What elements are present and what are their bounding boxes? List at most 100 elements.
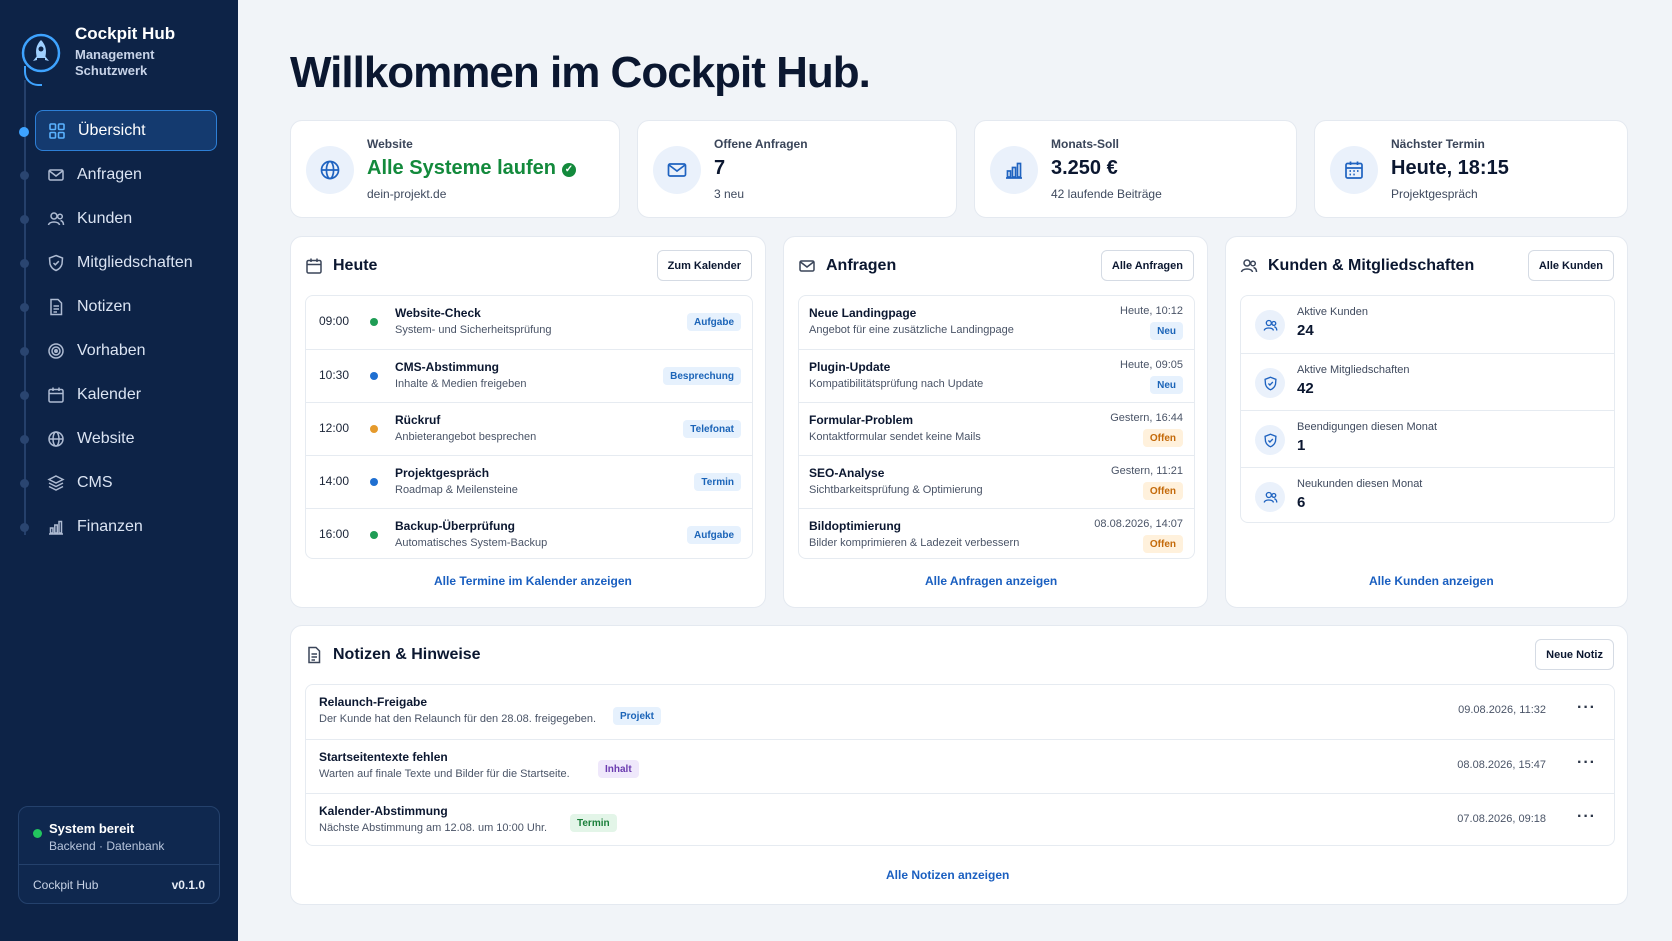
shield-icon (48, 254, 64, 271)
sidebar-item-label: Finanzen (77, 517, 143, 535)
kpi-label: Beendigungen diesen Monat (1297, 421, 1438, 433)
status-badge: Neu (1150, 376, 1183, 394)
item-title: Plugin-Update (809, 360, 891, 374)
calendar-icon (1345, 161, 1363, 179)
item-title: SEO-Analyse (809, 466, 885, 480)
neue-notiz-button[interactable]: Neue Notiz (1535, 639, 1614, 670)
alle-termine-link[interactable]: Alle Termine im Kalender anzeigen (434, 574, 632, 588)
note-sub: Der Kunde hat den Relaunch für den 28.08… (319, 713, 597, 725)
list-item[interactable]: SEO-Analyse Sichtbarkeitsprüfung & Optim… (799, 455, 1194, 508)
stat-icon-wrap (1255, 310, 1285, 340)
status-badge: Offen (1142, 482, 1183, 500)
note-sub: Nächste Abstimmung am 12.08. um 10:00 Uh… (319, 822, 548, 834)
sidebar-item-uebersicht[interactable]: Übersicht (35, 110, 217, 151)
alle-kunden-link[interactable]: Alle Kunden anzeigen (1369, 574, 1494, 588)
panel-title: Heute (333, 257, 378, 274)
item-time: 12:00 (319, 421, 350, 435)
list-item[interactable]: Startseitentexte fehlen Warten auf final… (306, 739, 1614, 793)
sidebar: Cockpit Hub Management Schutzwerk Übersi… (0, 0, 238, 941)
sidebar-item-label: Kalender (77, 385, 142, 403)
item-sub: Angebot für eine zusätzliche Landingpage (809, 324, 1014, 336)
list-item[interactable]: 14:00 Projektgespräch Roadmap & Meilenst… (306, 455, 752, 508)
stat-card-monats-soll[interactable]: Monats-Soll 3.250 € 42 laufende Beiträge (974, 120, 1297, 218)
sidebar-item-notizen[interactable]: Notizen (35, 286, 217, 327)
item-title: CMS-Abstimmung (395, 360, 499, 374)
status-dot (370, 531, 378, 539)
item-sub: Bilder komprimieren & Ladezeit verbesser… (809, 537, 1020, 549)
more-icon[interactable]: ··· (1577, 808, 1596, 826)
stat-card-website[interactable]: Website Alle Systeme laufen ✓ dein-projek… (290, 120, 620, 218)
stat-icon-wrap (653, 146, 701, 194)
alle-kunden-button[interactable]: Alle Kunden (1527, 250, 1614, 281)
calendar-icon (48, 387, 64, 403)
sidebar-item-cms[interactable]: CMS (35, 462, 217, 503)
sidebar-item-kunden[interactable]: Kunden (35, 198, 217, 239)
list-item[interactable]: Aktive Kunden 24 (1241, 296, 1614, 353)
list-item[interactable]: Neukunden diesen Monat 6 (1241, 467, 1614, 522)
sidebar-item-label: Anfragen (77, 165, 142, 183)
sidebar-item-label: CMS (77, 473, 113, 491)
brand[interactable]: Cockpit Hub Management Schutzwerk (20, 24, 230, 84)
sidebar-item-kalender[interactable]: Kalender (35, 374, 217, 415)
sidebar-item-label: Mitgliedschaften (77, 253, 193, 271)
list-item[interactable]: 16:00 Backup-Überprüfung Automatisches S… (306, 508, 752, 558)
list-item[interactable]: Formular-Problem Kontaktformular sendet … (799, 402, 1194, 455)
list-item[interactable]: Bildoptimierung Bilder komprimieren & La… (799, 508, 1194, 558)
alle-anfragen-button[interactable]: Alle Anfragen (1100, 250, 1194, 281)
stat-icon-wrap (1255, 482, 1285, 512)
note-title: Relaunch-Freigabe (319, 695, 428, 709)
alle-anfragen-link[interactable]: Alle Anfragen anzeigen (925, 574, 1057, 588)
panel-kunden: Kunden & Mitgliedschaften Alle Kunden Ak… (1225, 236, 1628, 608)
document-icon (50, 298, 63, 315)
nav-dot (20, 435, 29, 444)
sidebar-item-mitgliedschaften[interactable]: Mitgliedschaften (35, 242, 217, 283)
nav-dot (20, 391, 29, 400)
list-item[interactable]: Neue Landingpage Angebot für eine zusätz… (799, 296, 1194, 349)
nav-dot (20, 479, 29, 488)
note-title: Startseitentexte fehlen (319, 750, 448, 764)
zum-kalender-button[interactable]: Zum Kalender (656, 250, 752, 281)
stat-value: 7 (714, 157, 726, 179)
stat-card-anfragen[interactable]: Offene Anfragen 7 3 neu (637, 120, 957, 218)
list-item[interactable]: Beendigungen diesen Monat 1 (1241, 410, 1614, 467)
sidebar-item-label: Vorhaben (77, 341, 146, 359)
item-title: Projektgespräch (395, 466, 490, 480)
status-dot (33, 829, 42, 838)
stat-icon-wrap (1330, 146, 1378, 194)
sidebar-item-website[interactable]: Website (35, 418, 217, 459)
sidebar-item-vorhaben[interactable]: Vorhaben (35, 330, 217, 371)
list-item[interactable]: Relaunch-Freigabe Der Kunde hat den Rela… (306, 685, 1614, 739)
list-item[interactable]: 09:00 Website-Check System- und Sicherhe… (306, 296, 752, 349)
alle-notizen-link[interactable]: Alle Notizen anzeigen (886, 868, 1009, 882)
nav-dot-active (19, 127, 29, 137)
panel-title: Kunden & Mitgliedschaften (1268, 257, 1475, 274)
list-item[interactable]: 10:30 CMS-Abstimmung Inhalte & Medien fr… (306, 349, 752, 402)
list-item[interactable]: 12:00 Rückruf Anbieterangebot besprechen… (306, 402, 752, 455)
sidebar-item-finanzen[interactable]: Finanzen (35, 506, 217, 547)
kpi-value: 6 (1297, 494, 1306, 511)
note-title: Kalender-Abstimmung (319, 804, 448, 818)
status-badge: Offen (1142, 535, 1183, 553)
app-version: v0.1.0 (171, 878, 205, 892)
note-sub: Warten auf finale Texte und Bilder für d… (319, 768, 570, 780)
item-date: Heute, 09:05 (1120, 359, 1183, 371)
more-icon[interactable]: ··· (1577, 754, 1596, 772)
status-dot (370, 318, 378, 326)
list-item[interactable]: Plugin-Update Kompatibilitätsprüfung nac… (799, 349, 1194, 402)
item-title: Rückruf (395, 413, 441, 427)
page-title: Willkommen im Cockpit Hub. (290, 48, 871, 97)
item-date: Heute, 10:12 (1120, 305, 1183, 317)
kpi-value: 1 (1297, 437, 1306, 454)
users-icon (1240, 259, 1258, 273)
status-dot (370, 478, 378, 486)
sidebar-item-label: Kunden (77, 209, 133, 227)
list-item[interactable]: Aktive Mitgliedschaften 42 (1241, 353, 1614, 410)
status-badge: Offen (1142, 429, 1183, 447)
sidebar-item-anfragen[interactable]: Anfragen (35, 154, 217, 195)
stat-label: Nächster Termin (1391, 137, 1485, 151)
stat-card-naechster-termin[interactable]: Nächster Termin Heute, 18:15 Projektgesp… (1314, 120, 1628, 218)
item-sub: System- und Sicherheitsprüfung (395, 324, 552, 336)
layers-icon (47, 474, 65, 491)
more-icon[interactable]: ··· (1577, 699, 1596, 717)
list-item[interactable]: Kalender-Abstimmung Nächste Abstimmung a… (306, 793, 1614, 845)
